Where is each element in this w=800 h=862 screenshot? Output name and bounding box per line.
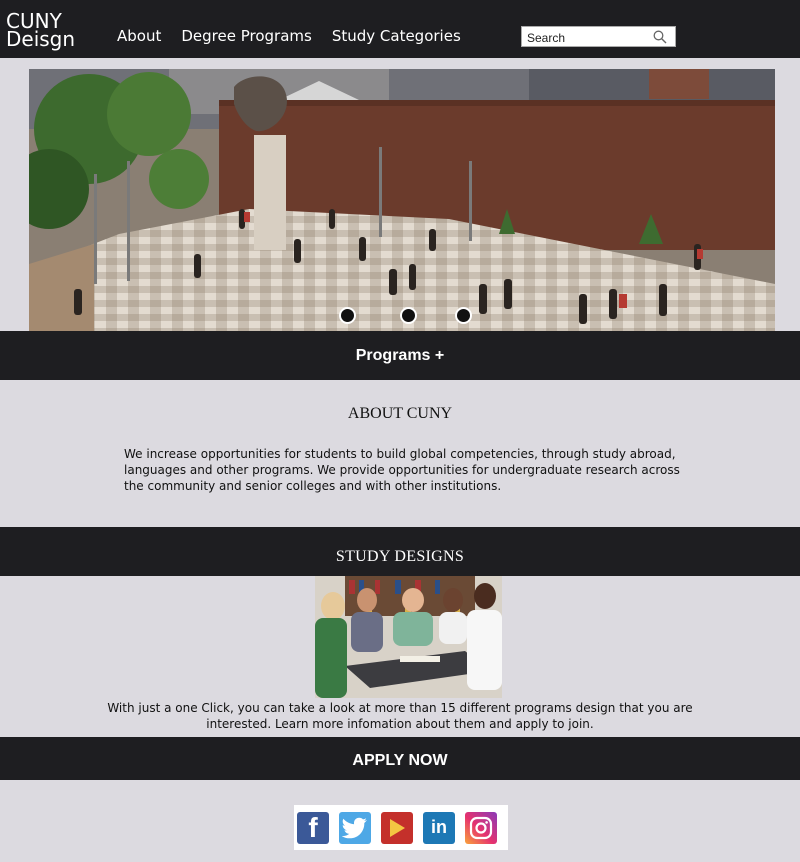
study-text: With just a one Click, you can take a lo… (107, 701, 693, 731)
instagram-icon[interactable] (465, 811, 497, 844)
youtube-play-icon (390, 818, 405, 837)
study-designs-title: STUDY DESIGNS (335, 548, 465, 565)
apply-now-bar[interactable]: APPLY NOW (0, 737, 800, 780)
students-study-photo (315, 576, 502, 698)
youtube-icon[interactable] (381, 811, 413, 844)
plaza-photo (29, 69, 775, 331)
site-header: CUNY Deisgn About Degree Programs Study … (0, 0, 800, 58)
linkedin-letters: in (431, 817, 447, 837)
search-icon[interactable] (653, 30, 667, 44)
programs-label: Programs + (355, 347, 445, 364)
about-text: We increase opportunities for students t… (124, 447, 680, 493)
facebook-letter: f (308, 811, 318, 843)
instagram-camera-icon (469, 816, 493, 839)
hero-slideshow-image (29, 69, 775, 331)
twitter-icon[interactable] (339, 811, 371, 844)
logo-line2: Deisgn (6, 27, 76, 51)
linkedin-icon[interactable]: in (423, 811, 455, 844)
facebook-icon[interactable]: f (297, 811, 329, 844)
study-designs-bar: STUDY DESIGNS (0, 527, 800, 576)
site-logo[interactable]: CUNY Deisgn (6, 11, 76, 51)
search-box (521, 26, 676, 48)
search-input[interactable] (522, 28, 650, 48)
programs-bar[interactable]: Programs + (0, 331, 800, 380)
about-title: ABOUT CUNY (347, 405, 453, 422)
main-nav: About Degree Programs Study Categories (117, 27, 461, 45)
nav-study-categories[interactable]: Study Categories (332, 27, 461, 45)
apply-now-label: APPLY NOW (352, 752, 448, 769)
nav-degree-programs[interactable]: Degree Programs (181, 27, 311, 45)
slide-dot-2[interactable] (400, 307, 417, 324)
slide-dot-3[interactable] (455, 307, 472, 324)
social-links: f in (294, 805, 508, 850)
twitter-bird-icon (342, 817, 367, 838)
nav-about[interactable]: About (117, 27, 161, 45)
students-photo-art (315, 576, 502, 698)
slide-dot-1[interactable] (339, 307, 356, 324)
